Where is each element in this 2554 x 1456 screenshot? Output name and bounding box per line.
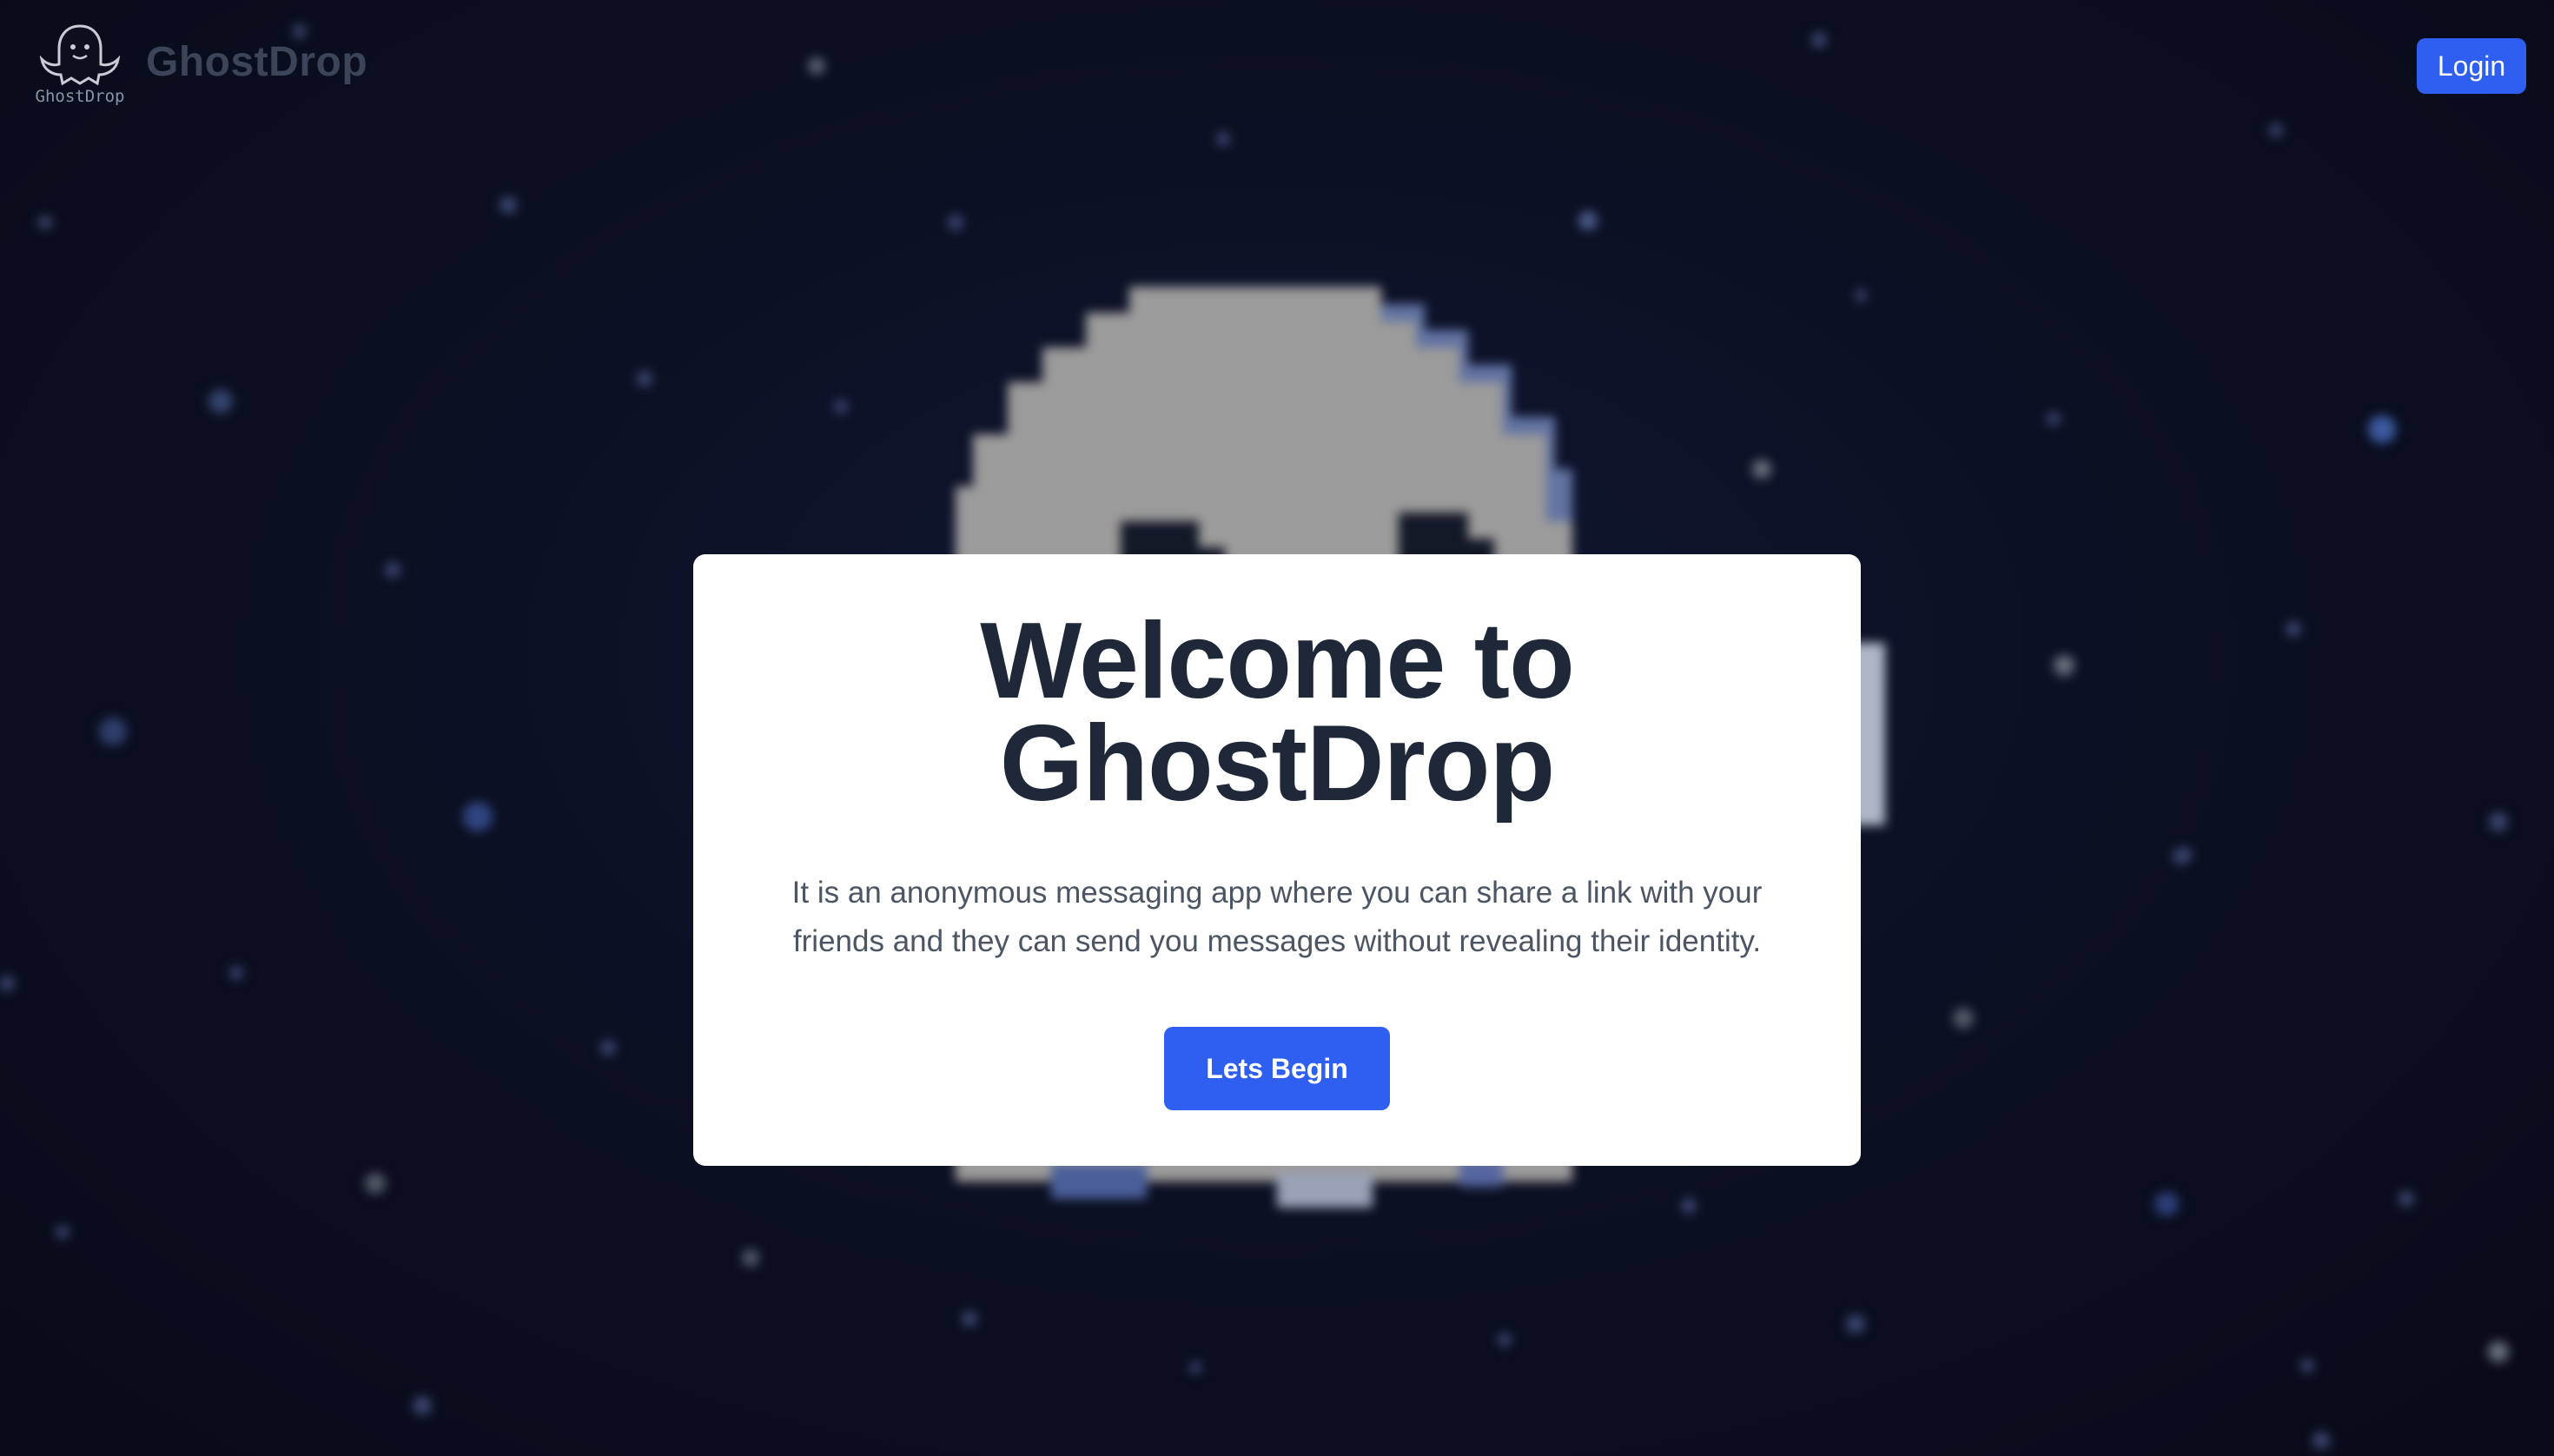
login-button[interactable]: Login [2417, 38, 2526, 94]
logo[interactable]: GhostDrop [35, 23, 125, 109]
ghost-icon [39, 24, 121, 86]
brand-name[interactable]: GhostDrop [146, 38, 367, 86]
title-line-2: GhostDrop [999, 704, 1555, 824]
app-description: It is an anonymous messaging app where y… [791, 876, 1763, 958]
top-navbar: GhostDrop GhostDrop Login [0, 0, 2554, 130]
lets-begin-button[interactable]: Lets Begin [1164, 1027, 1390, 1110]
landing-page: GhostDrop GhostDrop Login Welcome to Gho… [0, 0, 2554, 1456]
page-title: Welcome to GhostDrop [693, 607, 1861, 817]
welcome-card: Welcome to GhostDrop It is an anonymous … [693, 554, 1861, 1166]
logo-caption: GhostDrop [35, 87, 125, 106]
